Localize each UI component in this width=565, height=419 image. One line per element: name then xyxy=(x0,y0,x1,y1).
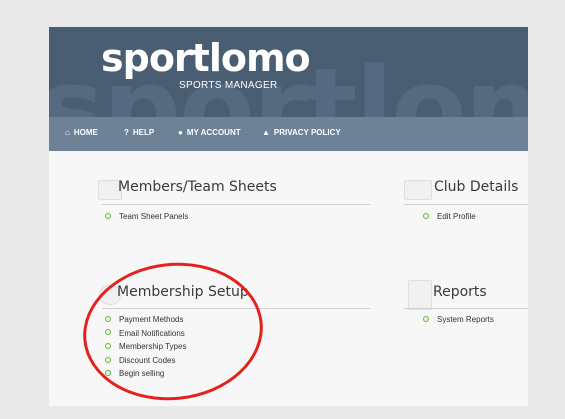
section-title-reports: Reports xyxy=(433,284,487,300)
link-system-reports[interactable]: System Reports xyxy=(423,313,494,327)
link-edit-profile[interactable]: Edit Profile xyxy=(423,210,476,224)
lock-icon: ▲ xyxy=(262,128,270,137)
link-team-sheet-panels[interactable]: Team Sheet Panels xyxy=(105,210,188,224)
nav-my-account-label: MY ACCOUNT xyxy=(186,128,241,137)
members-links: Team Sheet Panels xyxy=(105,210,188,224)
link-label: Edit Profile xyxy=(437,212,476,221)
home-icon: ⌂ xyxy=(65,128,70,137)
nav-privacy-policy[interactable]: ▲ PRIVACY POLICY xyxy=(262,128,341,137)
building-icon xyxy=(404,180,432,200)
logo[interactable]: sportlomo xyxy=(101,39,311,77)
section-divider xyxy=(404,308,528,309)
spreadsheet-icon xyxy=(408,280,432,310)
logo-subtitle: SPORTS MANAGER xyxy=(179,80,278,91)
user-icon: ● xyxy=(178,128,183,137)
link-label: Team Sheet Panels xyxy=(119,212,189,221)
section-divider xyxy=(102,204,370,205)
nav-home[interactable]: ⌂ HOME xyxy=(65,128,98,137)
nav-help[interactable]: ? HELP xyxy=(124,128,154,137)
bullet-icon xyxy=(423,212,429,219)
help-icon: ? xyxy=(124,128,129,137)
section-title-club: Club Details xyxy=(434,179,519,195)
bullet-icon xyxy=(105,212,111,219)
section-divider xyxy=(404,204,528,205)
link-label: System Reports xyxy=(437,315,494,324)
nav-my-account[interactable]: ● MY ACCOUNT xyxy=(178,128,241,137)
club-links: Edit Profile xyxy=(423,210,476,224)
reports-links: System Reports xyxy=(423,313,494,327)
nav-privacy-policy-label: PRIVACY POLICY xyxy=(273,128,341,137)
section-title-members: Members/Team Sheets xyxy=(118,179,277,195)
header-banner: sportlomo sportlomo SPORTS MANAGER xyxy=(49,27,528,117)
top-nav: ⌂ HOME ? HELP ● MY ACCOUNT ▲ PRIVACY POLICY xyxy=(49,117,528,151)
nav-help-label: HELP xyxy=(132,128,155,137)
bullet-icon xyxy=(423,315,429,322)
nav-home-label: HOME xyxy=(73,128,98,137)
